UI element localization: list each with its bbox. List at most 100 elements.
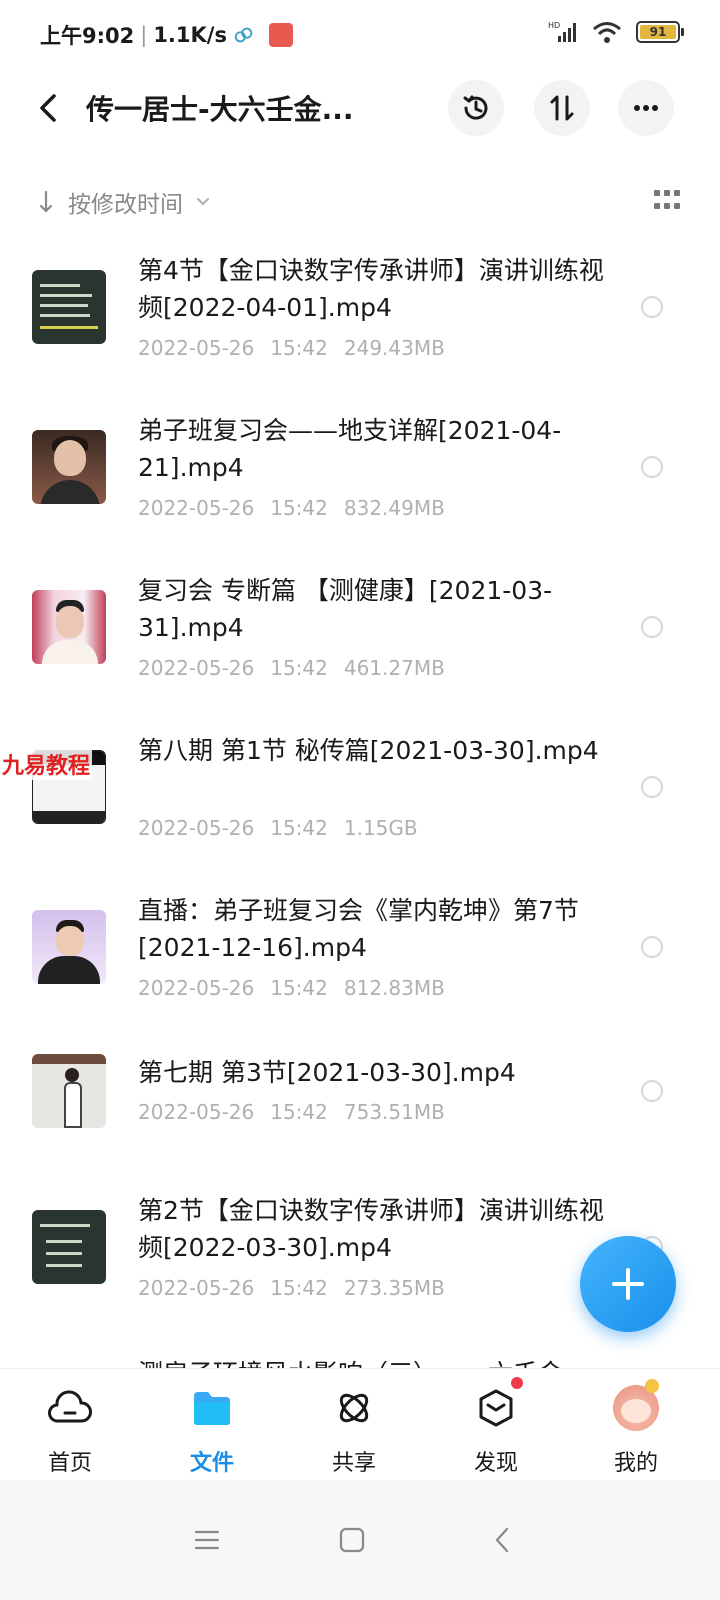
back-arrow-icon	[40, 94, 56, 122]
file-name: 弟子班复习会——地支详解[2021-04-21].mp4	[138, 416, 562, 482]
select-radio[interactable]	[641, 1080, 663, 1102]
history-button[interactable]	[448, 80, 504, 136]
status-bar: 上午9:02 | 1.1K/s HD 91	[0, 0, 720, 70]
sort-label[interactable]: 按修改时间	[68, 185, 183, 219]
battery-indicator: 91	[636, 21, 684, 43]
notification-dot	[511, 1377, 523, 1389]
select-radio[interactable]	[641, 456, 663, 478]
battery-level: 91	[640, 25, 676, 39]
nav-discover[interactable]: 发现	[446, 1377, 546, 1477]
nav-mine[interactable]: 我的	[586, 1379, 686, 1477]
cube-discover-icon	[471, 1377, 523, 1433]
file-name: 第七期 第3节[2021-03-30].mp4	[138, 1058, 516, 1087]
file-size: 1.15GB	[343, 816, 418, 840]
file-size: 753.51MB	[343, 1100, 445, 1124]
file-row[interactable]: 复习会 专断篇 【测健康】[2021-03-31].mp4 2022-05-26…	[0, 560, 720, 720]
file-list: 第4节【金口诀数字传承讲师】演讲训练视频[2022-04-01].mp4 202…	[0, 240, 720, 1370]
file-time: 15:42	[270, 1276, 328, 1300]
signal-hd-label: HD	[548, 21, 560, 30]
back-button[interactable]	[26, 82, 70, 134]
file-date: 2022-05-26	[138, 1276, 255, 1300]
signal-icon: HD	[548, 21, 576, 42]
grid-view-icon[interactable]	[654, 190, 680, 212]
file-time: 15:42	[270, 1100, 328, 1124]
plus-icon	[612, 1268, 644, 1300]
page-title: 传一居士-大六壬金...	[86, 93, 354, 126]
file-name: 直播：弟子班复习会《掌内乾坤》第7节[2021-12-16].mp4	[138, 896, 579, 962]
video-thumbnail	[32, 910, 106, 984]
recents-button[interactable]	[177, 1510, 237, 1570]
system-back-button[interactable]	[472, 1510, 532, 1570]
network-speed: 1.1K/s	[153, 23, 227, 47]
video-thumbnail	[32, 1210, 106, 1284]
app-notification-icon	[268, 23, 293, 47]
file-row[interactable]: 第4节【金口诀数字传承讲师】演讲训练视频[2022-04-01].mp4 202…	[0, 240, 720, 400]
sort-button[interactable]	[534, 80, 590, 136]
sort-row[interactable]: 按修改时间	[38, 180, 680, 224]
file-meta: 2022-05-26 15:42 461.27MB	[138, 656, 445, 680]
video-thumbnail	[32, 1054, 106, 1128]
file-size: 812.83MB	[343, 976, 445, 1000]
select-radio[interactable]	[641, 296, 663, 318]
file-meta: 2022-05-26 15:42 812.83MB	[138, 976, 445, 1000]
nav-files[interactable]: 文件	[162, 1383, 262, 1477]
status-right: HD 91	[548, 20, 684, 44]
video-thumbnail	[32, 270, 106, 344]
file-time: 15:42	[270, 496, 328, 520]
file-size: 832.49MB	[343, 496, 445, 520]
file-name: 第4节【金口诀数字传承讲师】演讲训练视频[2022-04-01].mp4	[138, 256, 604, 322]
file-name: 第八期 第1节 秘传篇[2021-03-30].mp4	[138, 736, 599, 765]
file-row[interactable]: 第七期 第3节[2021-03-30].mp4 2022-05-26 15:42…	[0, 1040, 720, 1180]
select-radio[interactable]	[641, 616, 663, 638]
status-left: 上午9:02 | 1.1K/s	[40, 20, 293, 50]
nav-discover-label: 发现	[473, 1451, 518, 1476]
status-separator: |	[140, 23, 148, 47]
system-nav-bar	[0, 1480, 720, 1600]
nav-share[interactable]: 共享	[304, 1383, 404, 1477]
folder-icon	[187, 1383, 237, 1433]
file-name: 复习会 专断篇 【测健康】[2021-03-31].mp4	[138, 576, 553, 642]
file-meta: 2022-05-26 15:42 1.15GB	[138, 816, 418, 840]
select-radio[interactable]	[641, 776, 663, 798]
nav-home-label: 首页	[47, 1451, 92, 1476]
avatar-image	[613, 1379, 659, 1431]
nav-files-label: 文件	[189, 1451, 234, 1476]
home-button[interactable]	[322, 1510, 382, 1570]
video-thumbnail	[32, 590, 106, 664]
history-icon	[463, 95, 488, 120]
file-time: 15:42	[270, 816, 328, 840]
sort-icon	[550, 95, 574, 121]
file-time: 15:42	[270, 656, 328, 680]
file-date: 2022-05-26	[138, 1100, 255, 1124]
file-row[interactable]: 弟子班复习会——地支详解[2021-04-21].mp4 2022-05-26 …	[0, 400, 720, 560]
file-meta: 2022-05-26 15:42 249.43MB	[138, 336, 445, 360]
cloud-home-icon	[45, 1383, 95, 1433]
nav-home[interactable]: 首页	[20, 1383, 120, 1477]
file-date: 2022-05-26	[138, 816, 255, 840]
bottom-nav: 首页 文件 共享 发现 我的	[0, 1368, 720, 1480]
file-meta: 2022-05-26 15:42 753.51MB	[138, 1100, 445, 1124]
more-button[interactable]	[618, 80, 674, 136]
file-date: 2022-05-26	[138, 496, 255, 520]
add-button[interactable]	[580, 1236, 676, 1332]
chevron-down-icon	[197, 198, 209, 206]
file-row[interactable]: 直播：弟子班复习会《掌内乾坤》第7节[2021-12-16].mp4 2022-…	[0, 880, 720, 1040]
file-date: 2022-05-26	[138, 336, 255, 360]
nav-mine-label: 我的	[613, 1451, 658, 1476]
file-time: 15:42	[270, 336, 328, 360]
file-date: 2022-05-26	[138, 656, 255, 680]
file-date: 2022-05-26	[138, 976, 255, 1000]
header: 传一居士-大六壬金...	[0, 72, 720, 144]
cloud-sync-icon	[234, 27, 253, 43]
file-meta: 2022-05-26 15:42 832.49MB	[138, 496, 445, 520]
file-row[interactable]: 九易教程 第八期 第1节 秘传篇[2021-03-30].mp4 2022-05…	[0, 720, 720, 880]
select-radio[interactable]	[641, 936, 663, 958]
menu-icon	[194, 1530, 220, 1550]
watermark-overlay: 九易教程	[0, 748, 93, 780]
sort-down-arrow-icon	[39, 190, 53, 213]
file-name: 第2节【金口诀数字传承讲师】演讲训练视频[2022-03-30].mp4	[138, 1196, 604, 1262]
more-icon	[634, 105, 658, 111]
chevron-left-icon	[495, 1527, 509, 1553]
status-time: 上午9:02	[40, 24, 135, 48]
file-time: 15:42	[270, 976, 328, 1000]
